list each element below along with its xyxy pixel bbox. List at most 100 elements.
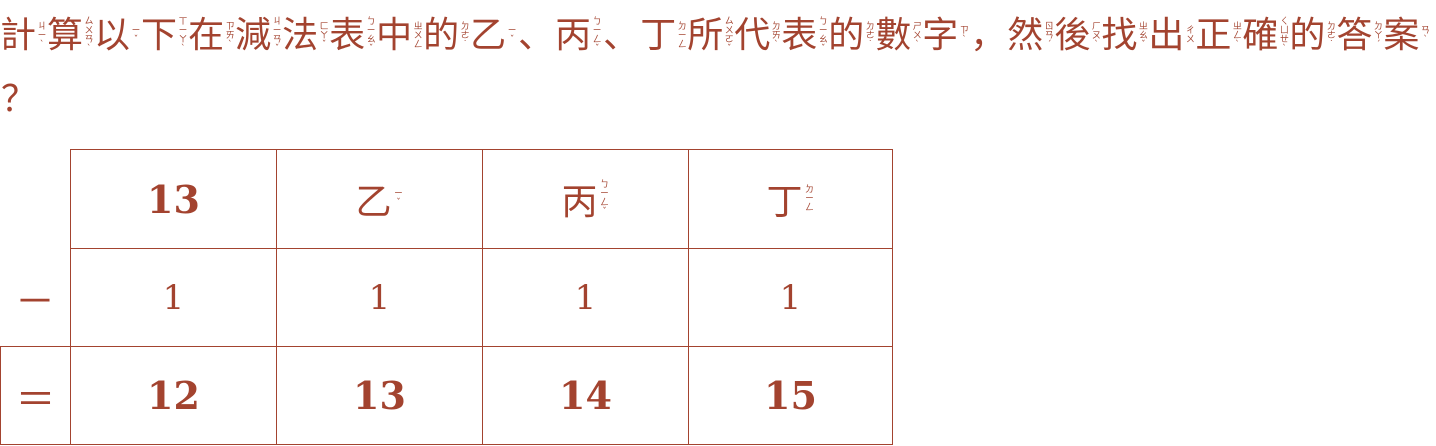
result-cell: 13 — [276, 346, 483, 445]
question-char: 找ㄓㄠˇ — [1101, 4, 1148, 68]
question-char: 算ㄙㄨㄢˋ — [47, 4, 94, 68]
minus-operator: － — [15, 278, 55, 325]
question-char: 乙ㄧˇ — [470, 4, 517, 68]
header-yi-zhuyin: ㄧˇ — [393, 189, 403, 208]
result-cell: 15 — [688, 346, 893, 445]
question-char-hanzi: 表 — [781, 15, 818, 56]
question-char-zhuyin: ㄗㄞˋ — [225, 21, 235, 50]
question-char-hanzi: 出 — [1148, 15, 1185, 56]
header-cell-yi: 乙ㄧˇ — [276, 149, 483, 249]
question-char-zhuyin: ㄧˇ — [507, 26, 517, 45]
question-punctuation: ？ — [0, 68, 38, 132]
question-char: 下ㄒㄧㄚˋ — [141, 4, 188, 68]
question-char-hanzi: 以 — [94, 15, 131, 56]
question-char-hanzi: 確 — [1242, 15, 1279, 56]
result-cell: 14 — [482, 346, 689, 445]
question-char-hanzi: 的 — [828, 15, 865, 56]
question-char: 以ㄧˇ — [94, 4, 141, 68]
question-char: 的ㄉㄜ˙ — [423, 4, 470, 68]
question-line: 計ㄐㄧˋ 算ㄙㄨㄢˋ 以ㄧˇ 下ㄒㄧㄚˋ 在ㄗㄞˋ 減ㄐㄧㄢˇ 法ㄈㄚˇ 表ㄅㄧㄠˇ 中ㄓㄨㄥ的… — [0, 4, 1436, 132]
question-char-hanzi: ， — [970, 15, 1007, 56]
question-char-zhuyin: ㄓㄨㄥ — [413, 21, 423, 50]
question-punctuation: ， — [969, 4, 1007, 68]
question-char-hanzi: 的 — [1289, 15, 1326, 56]
question-punctuation: 、 — [602, 4, 640, 68]
equals-operator: ＝ — [0, 346, 70, 445]
header-cell-bing: 丙ㄅㄧㄥˇ — [482, 149, 689, 249]
question-text: 計ㄐㄧˋ 算ㄙㄨㄢˋ 以ㄧˇ 下ㄒㄧㄚˋ 在ㄗㄞˋ 減ㄐㄧㄢˇ 法ㄈㄚˇ 表ㄅㄧㄠˇ 中ㄓㄨㄥ的… — [0, 4, 1436, 132]
question-char: 法ㄈㄚˇ — [282, 4, 329, 68]
question-char: 計ㄐㄧˋ — [0, 4, 47, 68]
question-char: 數ㄕㄨˋ — [875, 4, 922, 68]
question-char: 後ㄏㄡˋ — [1054, 4, 1101, 68]
question-char-zhuyin: ㄅㄧㄠˇ — [366, 17, 376, 54]
question-char: 出ㄔㄨ — [1148, 4, 1195, 68]
subtrahend-cell: 1 — [70, 248, 277, 347]
question-char: 正ㄓㄥˋ — [1195, 4, 1242, 68]
question-char-zhuyin: ㄖㄢˊ — [1044, 21, 1054, 50]
question-char: 在ㄗㄞˋ — [188, 4, 235, 68]
question-char-zhuyin: ㄙㄨㄢˋ — [84, 17, 94, 54]
question-char-zhuyin: ㄉㄞˋ — [771, 21, 781, 50]
question-char-hanzi: 計 — [0, 15, 37, 56]
question-char-hanzi: 在 — [188, 15, 225, 56]
result-cell: 12 — [70, 346, 277, 445]
question-char-hanzi: ？ — [0, 79, 37, 120]
question-char-zhuyin: ㄏㄡˋ — [1091, 21, 1101, 50]
question-char-zhuyin: ㄉㄜ˙ — [1326, 21, 1336, 50]
header-bing-text: 丙 — [561, 182, 598, 223]
question-char-hanzi: 正 — [1195, 15, 1232, 56]
question-char: 中ㄓㄨㄥ — [376, 4, 423, 68]
question-char-hanzi: 答 — [1336, 15, 1373, 56]
question-char-hanzi: 乙 — [470, 15, 507, 56]
question-char-zhuyin: ㄙㄨㄛˇ — [724, 17, 734, 54]
header-yi-text: 乙 — [355, 182, 392, 223]
question-char: 所ㄙㄨㄛˇ — [687, 4, 734, 68]
question-char: 表ㄅㄧㄠˇ — [781, 4, 828, 68]
question-char-zhuyin: ㄕㄨˋ — [912, 21, 922, 50]
question-char-zhuyin: ㄅㄧㄥˇ — [592, 17, 602, 54]
question-char: 表ㄅㄧㄠˇ — [329, 4, 376, 68]
question-char: 丙ㄅㄧㄥˇ — [555, 4, 602, 68]
question-char: 答ㄉㄚˊ — [1336, 4, 1383, 68]
question-char-zhuyin: ㄓㄥˋ — [1232, 21, 1242, 50]
question-char-hanzi: 代 — [734, 15, 771, 56]
subtrahend-cell: 1 — [482, 248, 689, 347]
question-char-hanzi: 下 — [141, 15, 178, 56]
header-bing-zhuyin: ㄅㄧㄥˇ — [599, 180, 609, 217]
question-char-hanzi: 的 — [423, 15, 460, 56]
question-char-hanzi: 表 — [329, 15, 366, 56]
question-char-zhuyin: ㄉㄜ˙ — [460, 21, 470, 50]
question-char: 減ㄐㄧㄢˇ — [235, 4, 282, 68]
question-char-zhuyin: ㄈㄚˇ — [319, 21, 329, 50]
question-char-zhuyin: ㄗˋ — [959, 26, 969, 45]
question-char-zhuyin: ㄉㄧㄥ — [677, 21, 687, 50]
question-char-hanzi: 然 — [1007, 15, 1044, 56]
question-char-hanzi: 丙 — [555, 15, 592, 56]
question-char-hanzi: 、 — [518, 15, 555, 56]
question-char-zhuyin: ㄒㄧㄚˋ — [178, 17, 188, 54]
question-char-zhuyin: ㄉㄜ˙ — [865, 21, 875, 50]
question-char-zhuyin: ㄔㄨ — [1185, 26, 1195, 45]
question-char-hanzi: 中 — [376, 15, 413, 56]
question-char-zhuyin: ㄧˇ — [131, 26, 141, 45]
question-char-hanzi: 所 — [687, 15, 724, 56]
question-char-hanzi: 數 — [875, 15, 912, 56]
question-char: 字ㄗˋ — [922, 4, 969, 68]
question-char-hanzi: 字 — [922, 15, 959, 56]
question-char-zhuyin: ㄑㄩㄝˋ — [1279, 17, 1289, 54]
question-char-hanzi: 法 — [282, 15, 319, 56]
question-char: 的ㄉㄜ˙ — [828, 4, 875, 68]
header-ding-text: 丁 — [766, 182, 803, 223]
question-char-hanzi: 找 — [1101, 15, 1138, 56]
header-minuend-text: 13 — [147, 176, 200, 222]
question-char-hanzi: 減 — [235, 15, 272, 56]
header-ding-zhuyin: ㄉㄧㄥ — [804, 184, 814, 213]
question-char-zhuyin: ㄐㄧˋ — [37, 21, 47, 50]
question-char-zhuyin: ㄅㄧㄠˇ — [818, 17, 828, 54]
subtrahend-cell: 1 — [688, 248, 893, 347]
question-char: 案ㄢˋ — [1383, 4, 1430, 68]
question-punctuation: 、 — [517, 4, 555, 68]
question-char-hanzi: 案 — [1383, 15, 1420, 56]
question-char: 代ㄉㄞˋ — [734, 4, 781, 68]
